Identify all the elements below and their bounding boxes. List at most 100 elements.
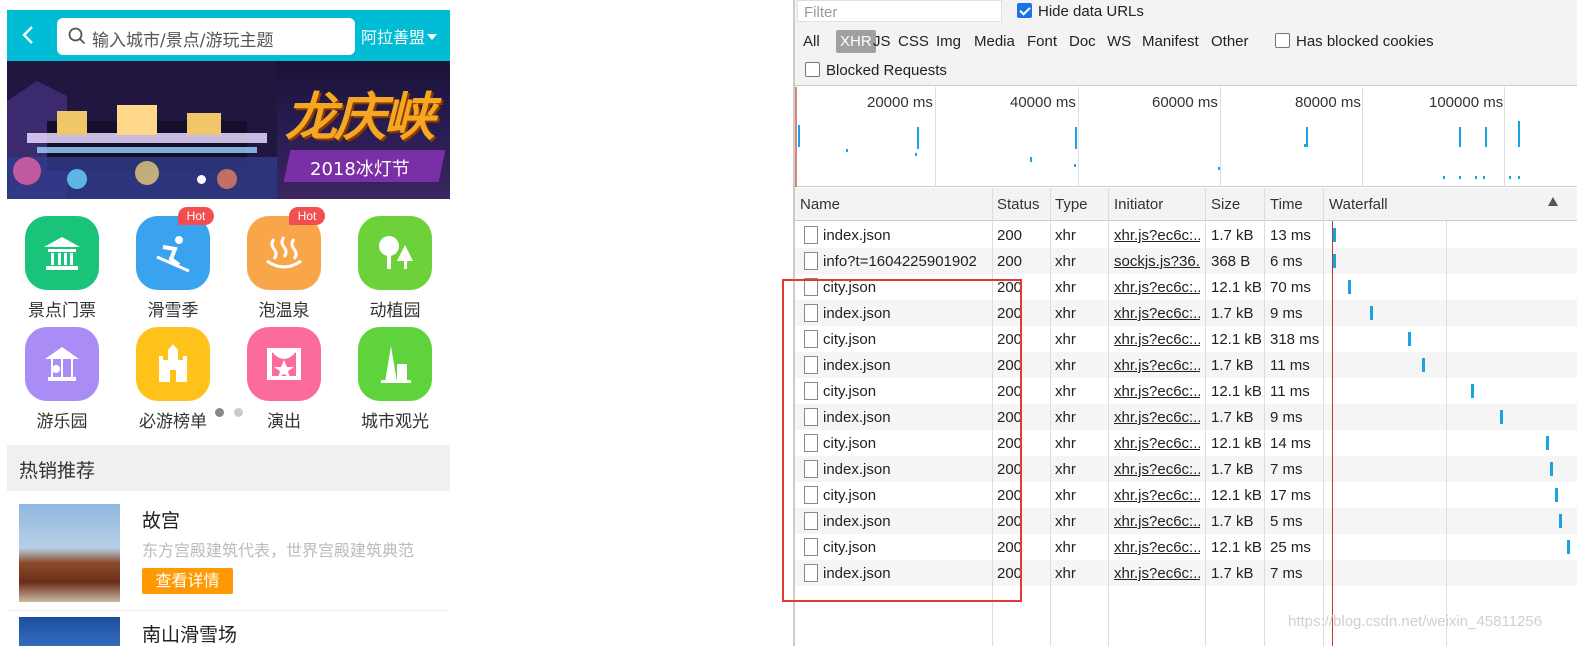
category-item[interactable]: 演出 [229,310,339,432]
blocked-requests-checkbox[interactable]: Blocked Requests [805,62,947,79]
column-header-size[interactable]: Size [1211,196,1240,213]
timeline-gridline [1078,87,1079,187]
cell-time: 318 ms [1270,331,1320,348]
list-item[interactable]: 南山滑雪场 [7,611,450,646]
hide-data-urls-checkbox[interactable]: Hide data URLs [1017,3,1144,20]
cell-time: 13 ms [1270,227,1311,244]
sort-ascending-icon[interactable] [1548,197,1558,206]
banner-subtitle: 2018冰灯节 [310,159,410,180]
waterfall-bar [1550,462,1553,476]
category-item[interactable]: Hot 滑雪季 [118,199,228,321]
dropdown-arrow-icon [427,34,438,40]
timeline-gridline [1362,87,1363,187]
cell-type: xhr [1055,331,1076,348]
cell-time: 11 ms [1270,357,1310,374]
timeline-label: 60000 ms [1152,94,1218,111]
cell-size: 1.7 kB [1211,409,1254,426]
filter-css[interactable]: CSS [898,33,929,50]
city-selector[interactable]: 阿拉善盟 [361,24,438,48]
cell-initiator[interactable]: xhr.js?ec6c:... [1114,513,1200,530]
cell-type: xhr [1055,565,1076,582]
column-header-name[interactable]: Name [800,196,840,213]
filter-manifest[interactable]: Manifest [1142,33,1199,50]
list-item[interactable]: 故宫 东方宫殿建筑代表，世界宫殿建筑典范 查看详情 [7,491,450,611]
timeline-gridline [935,87,936,187]
column-header-initiator[interactable]: Initiator [1114,196,1163,213]
category-item[interactable]: 城市观光 [340,310,450,432]
section-title: 热销推荐 [19,460,96,482]
cell-initiator[interactable]: xhr.js?ec6c:... [1114,357,1200,374]
filter-img[interactable]: Img [936,33,961,50]
filter-input[interactable]: Filter [797,0,1002,22]
timeline-start-marker [795,87,797,187]
cell-initiator[interactable]: sockjs.js?36... [1114,253,1200,270]
page-indicator-dot-active[interactable] [215,408,224,417]
column-header-time[interactable]: Time [1270,196,1303,213]
category-item[interactable]: 景点门票 [7,199,117,321]
waterfall-bar [1333,254,1336,268]
view-details-button[interactable]: 查看详情 [142,568,233,594]
column-header-type[interactable]: Type [1055,196,1088,213]
timeline-request-tick [1459,176,1461,179]
checkbox-icon[interactable] [1275,33,1290,48]
cell-initiator[interactable]: xhr.js?ec6c:... [1114,539,1200,556]
watermark: https://blog.csdn.net/weixin_45811256 [1288,613,1543,630]
checkbox-checked-icon[interactable] [1017,3,1032,18]
temple-icon [25,216,99,290]
cell-name[interactable]: index.json [823,227,891,244]
cell-initiator[interactable]: xhr.js?ec6c:... [1114,383,1200,400]
cell-initiator[interactable]: xhr.js?ec6c:... [1114,461,1200,478]
table-row[interactable]: info?t=1604225901902 200 xhr sockjs.js?36..… [795,248,1577,274]
filter-media[interactable]: Media [974,33,1015,50]
file-icon [804,226,818,244]
section-header: 热销推荐 [7,445,450,491]
promo-banner[interactable]: 龙庆峡 2018冰灯节 [7,61,450,199]
cell-size: 1.7 kB [1211,565,1254,582]
filter-doc[interactable]: Doc [1069,33,1096,50]
cell-size: 1.7 kB [1211,513,1254,530]
checkbox-icon[interactable] [805,62,820,77]
cell-initiator[interactable]: xhr.js?ec6c:... [1114,409,1200,426]
cell-size: 1.7 kB [1211,357,1254,374]
waterfall-bar [1370,306,1373,320]
timeline-request-tick [1304,144,1306,147]
cell-size: 12.1 kB [1211,435,1261,452]
search-input[interactable]: 输入城市/景点/游玩主题 [57,18,355,55]
cell-initiator[interactable]: xhr.js?ec6c:... [1114,435,1200,452]
cell-type: xhr [1055,383,1076,400]
back-arrow-icon[interactable] [18,24,40,46]
has-blocked-cookies-checkbox[interactable]: Has blocked cookies [1275,33,1434,50]
waterfall-bar [1333,228,1336,242]
category-item[interactable]: 必游榜单 [118,310,228,432]
category-item[interactable]: 动植园 [340,199,450,321]
cell-initiator[interactable]: xhr.js?ec6c:... [1114,331,1200,348]
cell-initiator[interactable]: xhr.js?ec6c:... [1114,305,1200,322]
category-label: 城市观光 [361,412,429,432]
category-label: 必游榜单 [139,412,207,432]
cell-initiator[interactable]: xhr.js?ec6c:... [1114,279,1200,296]
page-indicator-dot[interactable] [234,408,243,417]
cell-time: 7 ms [1270,461,1303,478]
cell-size: 1.7 kB [1211,461,1254,478]
filter-font[interactable]: Font [1027,33,1057,50]
filter-js[interactable]: JS [873,33,891,50]
has-blocked-cookies-label: Has blocked cookies [1296,33,1434,50]
column-header-waterfall[interactable]: Waterfall [1329,196,1388,213]
category-item[interactable]: Hot 泡温泉 [229,199,339,321]
cell-size: 368 B [1211,253,1251,270]
cell-initiator[interactable]: xhr.js?ec6c:... [1114,227,1200,244]
timeline-overview[interactable]: 20000 ms 40000 ms 60000 ms 80000 ms 1000… [795,87,1577,187]
filter-other[interactable]: Other [1211,33,1249,50]
category-item[interactable]: 游乐园 [7,310,117,432]
table-row[interactable]: index.json 200 xhr xhr.js?ec6c:... 1.7 kB 13 … [795,222,1577,248]
timeline-request-tick [1518,121,1520,147]
filter-ws[interactable]: WS [1107,33,1131,50]
filter-all[interactable]: All [803,33,820,50]
cell-initiator[interactable]: xhr.js?ec6c:... [1114,565,1200,582]
cell-time: 11 ms [1270,383,1310,400]
column-header-status[interactable]: Status [997,196,1040,213]
filter-xhr[interactable]: XHR [836,30,876,53]
timeline-request-tick [1074,164,1076,167]
cell-name[interactable]: info?t=1604225901902 [823,253,977,270]
cell-initiator[interactable]: xhr.js?ec6c:... [1114,487,1200,504]
